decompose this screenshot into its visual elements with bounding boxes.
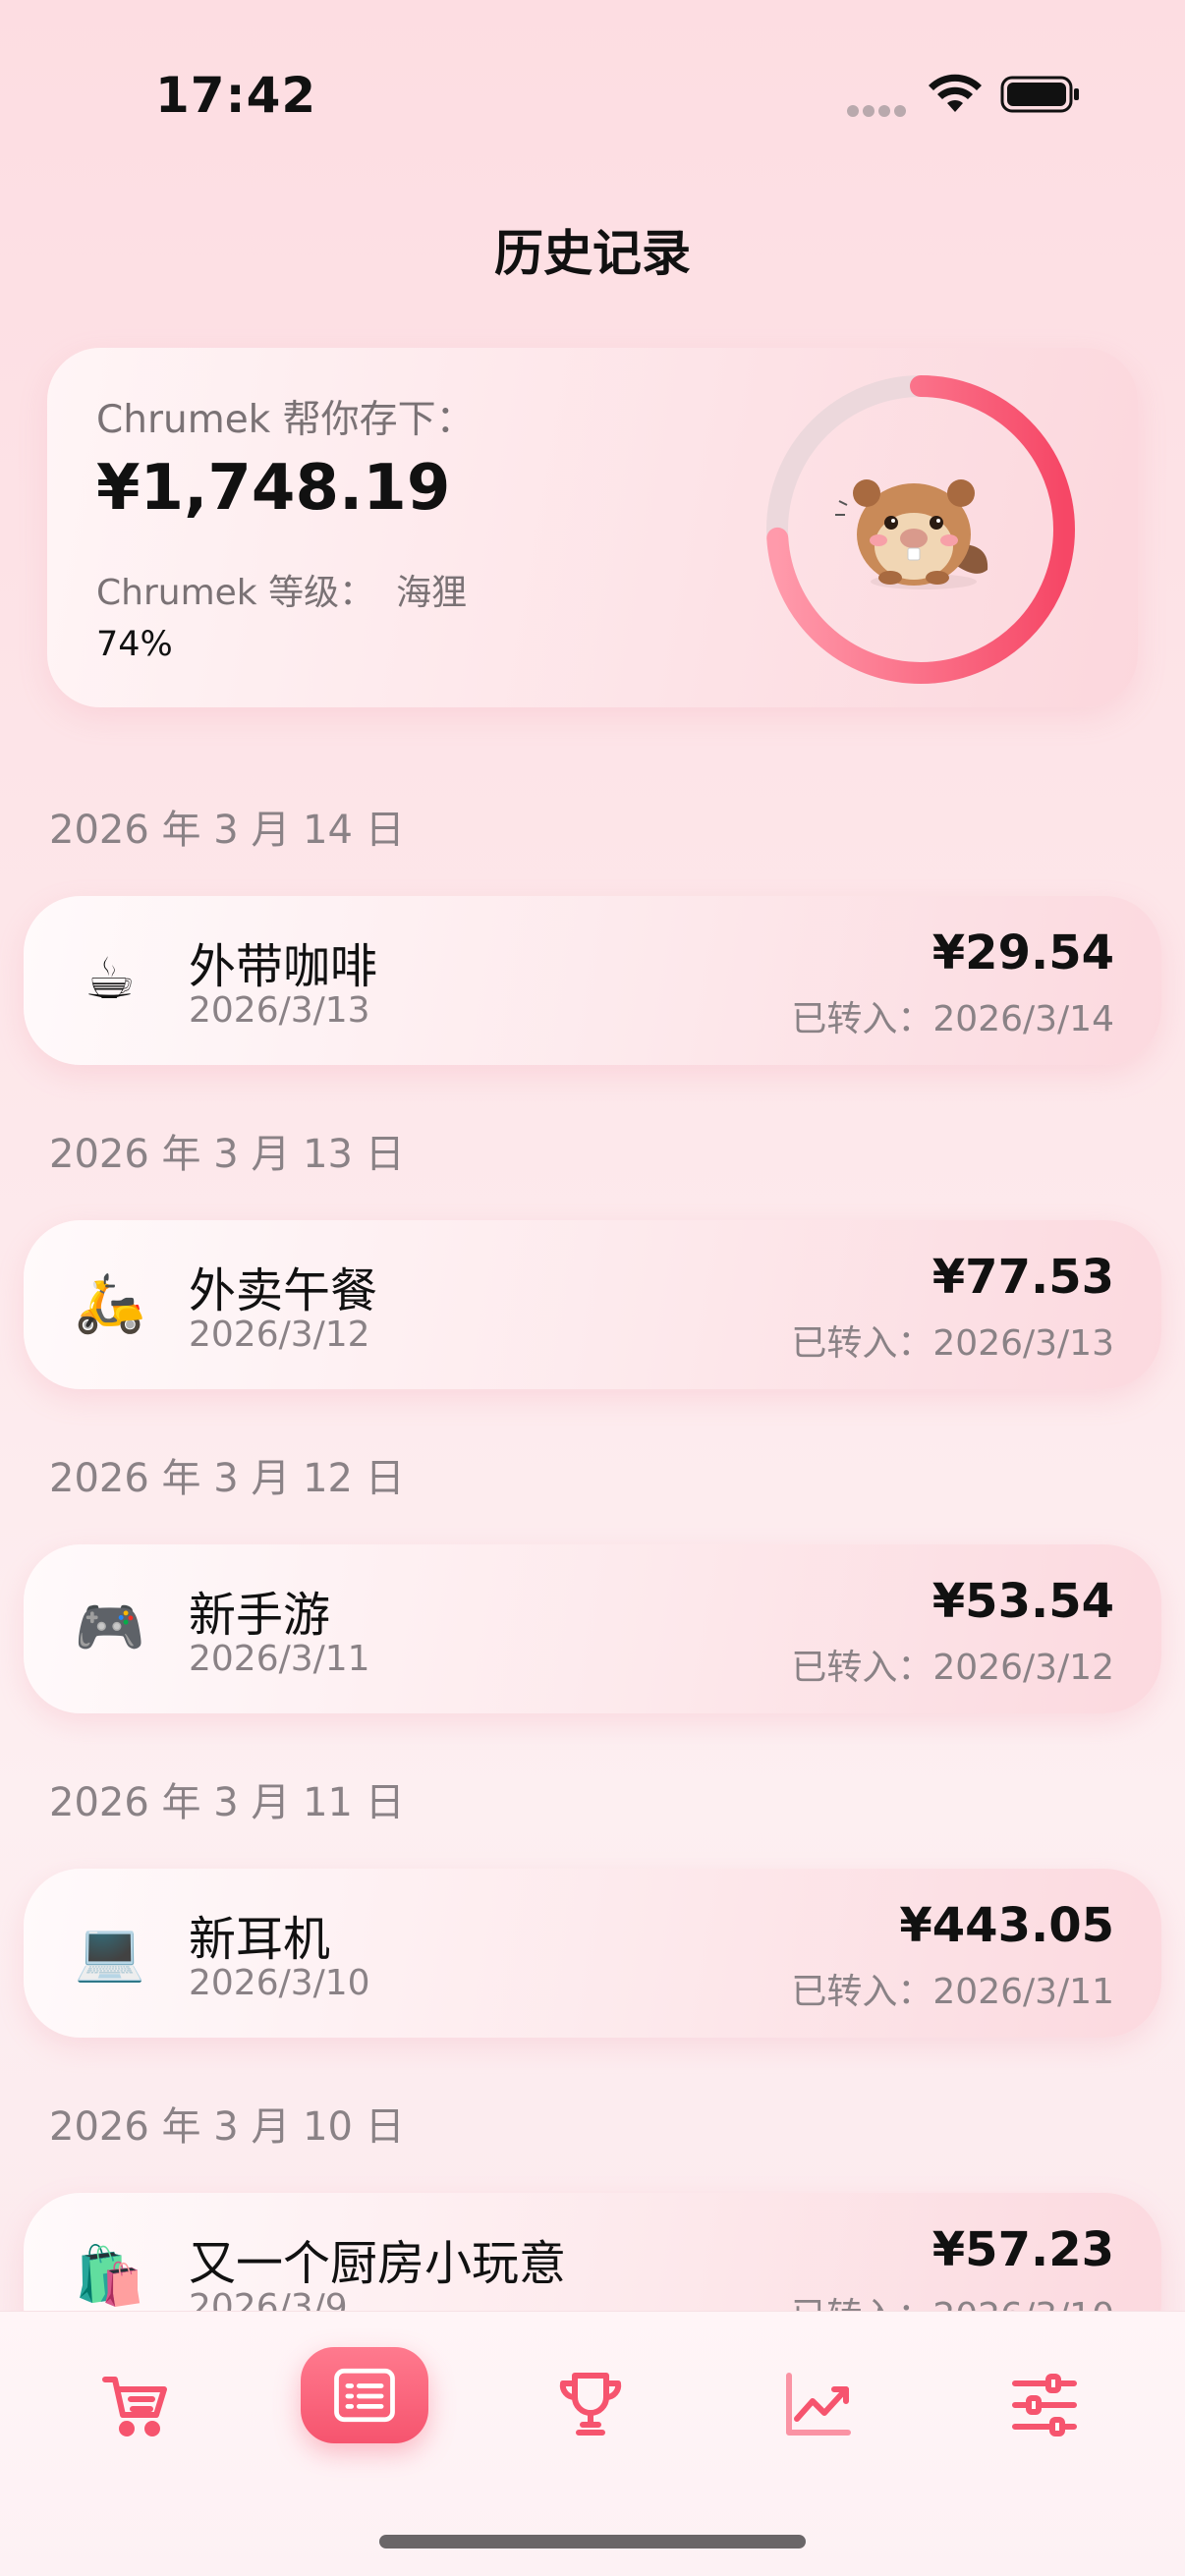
page-title: 历史记录 bbox=[494, 225, 691, 282]
date-header: 2026 年 3 月 14 日 bbox=[49, 808, 405, 853]
shopping-bags-icon: 🛍️ bbox=[74, 2242, 146, 2309]
scooter-icon: 🛵 bbox=[74, 1269, 146, 1336]
laptop-icon: 💻 bbox=[74, 1918, 146, 1985]
history-list[interactable]: 2026 年 3 月 14 日 ☕ 外带咖啡 2026/3/13 ¥29.54 … bbox=[0, 747, 1185, 2311]
chart-trend-icon bbox=[786, 2373, 851, 2436]
gamepad-icon: 🎮 bbox=[74, 1594, 146, 1660]
level-name: 海狸 bbox=[396, 573, 468, 613]
cart-icon bbox=[102, 2377, 167, 2436]
home-indicator bbox=[379, 2535, 806, 2548]
entry-date: 2026/3/10 bbox=[189, 1963, 370, 2003]
entry-name: 外卖午餐 bbox=[189, 1263, 378, 1318]
history-entry-card[interactable]: 🛵 外卖午餐 2026/3/12 ¥77.53 已转入：2026/3/13 bbox=[24, 1220, 1161, 1389]
entry-amount: ¥53.54 bbox=[931, 1574, 1114, 1629]
savings-summary-card: Chrumek 帮你存下： ¥1,748.19 Chrumek 等级： 海狸 74… bbox=[47, 348, 1138, 707]
history-entry-card[interactable]: 🛍️ 又一个厨房小玩意 2026/3/9 ¥57.23 已转入：2026/3/1… bbox=[24, 2193, 1161, 2311]
date-header: 2026 年 3 月 11 日 bbox=[49, 1780, 405, 1825]
date-header: 2026 年 3 月 10 日 bbox=[49, 2104, 405, 2150]
tab-settings[interactable] bbox=[981, 2351, 1108, 2459]
signal-dots-icon bbox=[847, 102, 910, 117]
history-entry-card[interactable]: ☕ 外带咖啡 2026/3/13 ¥29.54 已转入：2026/3/14 bbox=[24, 896, 1161, 1065]
entry-date: 2026/3/13 bbox=[189, 990, 370, 1031]
savings-label: Chrumek 帮你存下： bbox=[96, 398, 475, 442]
entry-amount: ¥29.54 bbox=[931, 925, 1114, 980]
entry-date: 2026/3/11 bbox=[189, 1639, 370, 1679]
tab-history[interactable] bbox=[301, 2347, 428, 2443]
entry-name: 新手游 bbox=[189, 1588, 331, 1643]
entry-name: 又一个厨房小玩意 bbox=[189, 2236, 567, 2291]
status-bar: 17:42 bbox=[0, 0, 1185, 196]
tab-achievements[interactable] bbox=[527, 2351, 654, 2459]
wifi-icon bbox=[929, 74, 982, 112]
entry-amount: ¥77.53 bbox=[931, 1250, 1114, 1305]
history-entry-card[interactable]: 💻 新耳机 2026/3/10 ¥443.05 已转入：2026/3/11 bbox=[24, 1869, 1161, 2038]
coffee-icon: ☕ bbox=[85, 945, 136, 1012]
tab-cart[interactable] bbox=[73, 2351, 200, 2459]
settings-sliders-icon bbox=[1012, 2374, 1077, 2436]
history-list-icon bbox=[334, 2368, 395, 2423]
entry-transfer-date: 已转入：2026/3/12 bbox=[791, 1648, 1114, 1688]
trophy-icon bbox=[559, 2373, 622, 2436]
entry-transfer-date: 已转入：2026/3/11 bbox=[791, 1972, 1114, 2012]
status-time: 17:42 bbox=[155, 67, 317, 124]
entry-transfer-date: 已转入：2026/3/14 bbox=[791, 999, 1114, 1039]
savings-amount: ¥1,748.19 bbox=[96, 452, 451, 525]
entry-amount: ¥57.23 bbox=[931, 2222, 1114, 2277]
entry-transfer-date: 已转入：2026/3/13 bbox=[791, 1323, 1114, 1364]
date-header: 2026 年 3 月 13 日 bbox=[49, 1132, 405, 1177]
beaver-icon bbox=[835, 479, 988, 589]
entry-date: 2026/3/12 bbox=[189, 1315, 370, 1355]
tab-stats[interactable] bbox=[755, 2351, 882, 2459]
entry-date: 2026/3/9 bbox=[189, 2287, 348, 2311]
level-progress-text: 74% bbox=[96, 625, 173, 664]
entry-name: 新耳机 bbox=[189, 1912, 331, 1967]
battery-icon bbox=[1000, 76, 1079, 113]
entry-amount: ¥443.05 bbox=[899, 1898, 1114, 1953]
level-row: Chrumek 等级： 海狸 bbox=[96, 564, 467, 615]
date-header: 2026 年 3 月 12 日 bbox=[49, 1456, 405, 1501]
level-progress-ring bbox=[759, 367, 1083, 692]
level-label: Chrumek 等级： bbox=[96, 573, 375, 613]
entry-transfer-date: 已转入：2026/3/10 bbox=[791, 2287, 1114, 2311]
entry-name: 外带咖啡 bbox=[189, 939, 378, 994]
history-entry-card[interactable]: 🎮 新手游 2026/3/11 ¥53.54 已转入：2026/3/12 bbox=[24, 1544, 1161, 1713]
